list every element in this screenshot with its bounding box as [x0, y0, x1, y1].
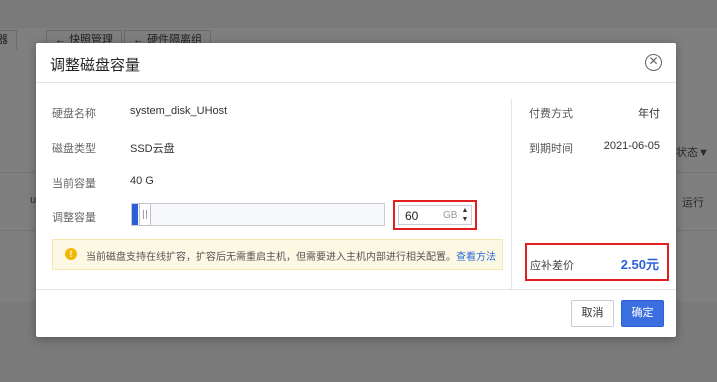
disk-name-value: system_disk_UHost — [130, 105, 228, 117]
disk-type-label: 磁盘类型 — [52, 143, 96, 155]
capacity-input-highlight: GB ▲ ▼ — [393, 200, 477, 230]
panel-divider — [511, 99, 512, 289]
capacity-stepper[interactable]: GB ▲ ▼ — [398, 205, 472, 225]
resize-disk-dialog: 调整磁盘容量 ✕ 硬盘名称 system_disk_UHost 磁盘类型 SSD… — [36, 43, 676, 337]
price-difference-value: 2.50元 — [620, 257, 659, 272]
close-icon[interactable]: ✕ — [645, 54, 662, 71]
disk-name-label: 硬盘名称 — [52, 108, 96, 120]
price-difference-highlight: 应补差价 2.50元 — [525, 243, 669, 281]
adjust-capacity-label: 调整容量 — [52, 212, 96, 224]
warning-icon: ! — [65, 248, 77, 260]
notice-message: 当前磁盘支持在线扩容，扩容后无需重启主机，但需要进入主机内部进行相关配置。 — [86, 252, 456, 263]
current-capacity-value: 40 G — [130, 175, 154, 187]
current-capacity-label: 当前容量 — [52, 178, 96, 190]
view-method-link[interactable]: 查看方法 — [456, 252, 496, 263]
increment-arrow-icon[interactable]: ▲ — [459, 206, 471, 215]
capacity-input[interactable] — [405, 209, 435, 223]
billing-method-label: 付费方式 — [529, 108, 573, 120]
price-difference-label: 应补差价 — [530, 260, 574, 272]
capacity-slider[interactable] — [131, 203, 385, 226]
expiry-date-value: 2021-06-05 — [603, 140, 660, 152]
expiry-date-label: 到期时间 — [529, 143, 573, 155]
notice-text: 当前磁盘支持在线扩容，扩容后无需重启主机，但需要进入主机内部进行相关配置。查看方… — [86, 248, 496, 263]
dialog-title: 调整磁盘容量 — [50, 57, 141, 74]
capacity-slider-handle[interactable] — [139, 203, 151, 226]
billing-method-value: 年付 — [638, 108, 660, 120]
capacity-unit: GB — [443, 210, 458, 221]
cancel-button[interactable]: 取消 — [571, 300, 614, 327]
disk-type-value: SSD云盘 — [130, 143, 175, 155]
decrement-arrow-icon[interactable]: ▼ — [459, 215, 471, 224]
dialog-footer: 取消 确定 — [36, 289, 676, 337]
dialog-header: 调整磁盘容量 ✕ — [36, 43, 676, 83]
confirm-button[interactable]: 确定 — [621, 300, 664, 327]
capacity-slider-fill — [132, 204, 138, 225]
capacity-notice: ! 当前磁盘支持在线扩容，扩容后无需重启主机，但需要进入主机内部进行相关配置。查… — [52, 239, 503, 270]
